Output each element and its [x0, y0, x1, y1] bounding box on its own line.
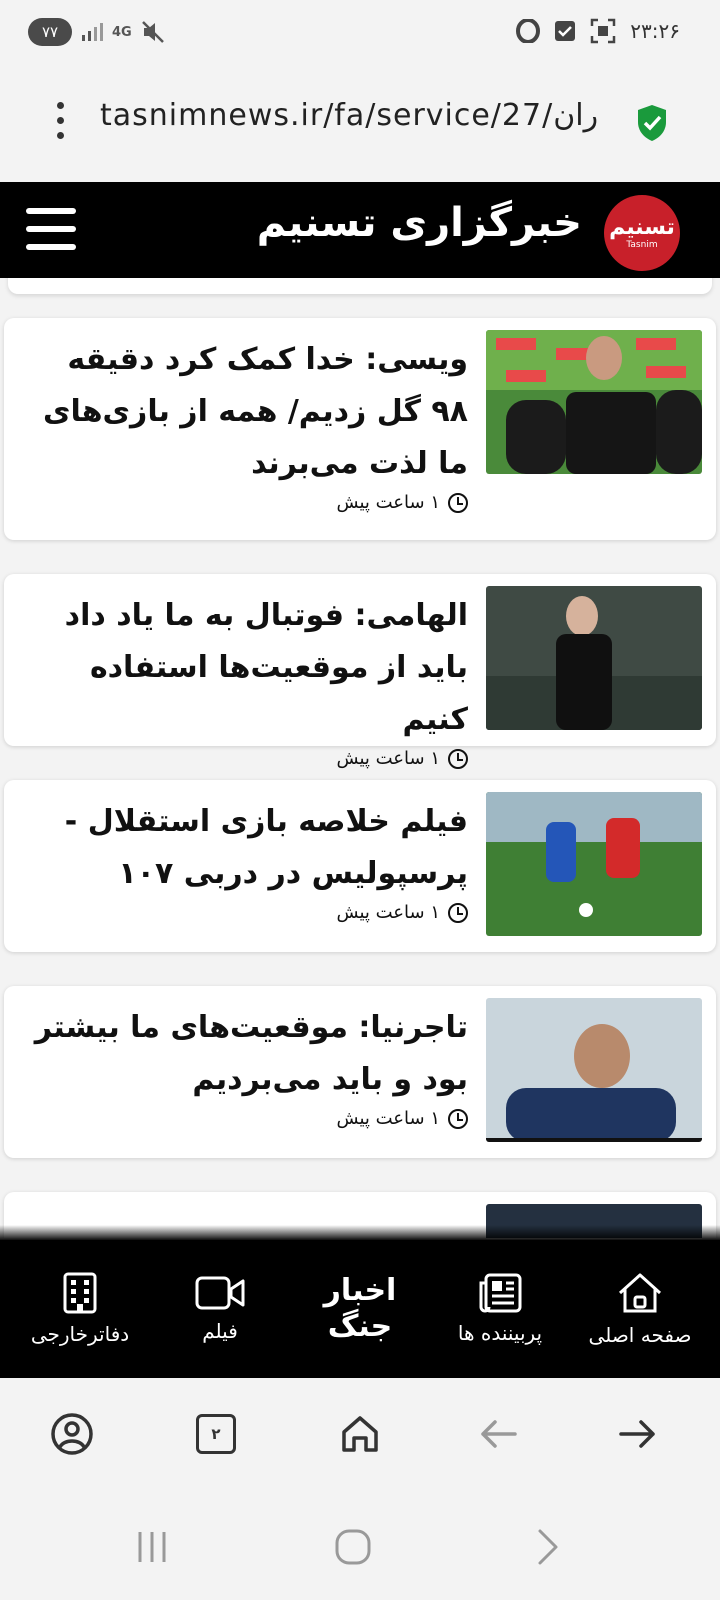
news-time: ۱ ساعت پیش [28, 902, 468, 923]
news-thumbnail[interactable] [486, 998, 702, 1142]
system-nav-bar [0, 1498, 720, 1600]
browser-toolbar: ۲ [0, 1378, 720, 1498]
profile-button[interactable] [48, 1410, 96, 1458]
newspaper-icon [479, 1273, 522, 1313]
site-bottom-nav: دفاترخارجی فیلم اخبار جنگ پربیننده ها صف… [0, 1240, 720, 1378]
news-headline[interactable]: ویسی: خدا کمک کرد دقیقه ۹۸ گل زدیم/ همه … [28, 334, 468, 490]
nav-war-news[interactable]: اخبار جنگ [290, 1240, 430, 1378]
arrow-left-icon [481, 1420, 517, 1448]
back-button[interactable] [474, 1410, 522, 1458]
news-card[interactable]: الهامی: فوتبال به ما یاد داد باید از موق… [4, 574, 716, 769]
news-card[interactable]: ویسی: خدا کمک کرد دقیقه ۹۸ گل زدیم/ همه … [4, 318, 716, 540]
battery-indicator: ۷۷ [28, 18, 72, 46]
status-bar: ۷۷ 4G ۲۳:۲۶ [0, 0, 720, 68]
check-notification-icon [555, 21, 576, 41]
network-type: 4G [112, 24, 132, 40]
home-icon [342, 1416, 378, 1452]
opera-icon [516, 19, 541, 43]
menu-icon[interactable] [26, 208, 76, 252]
clock-icon [448, 492, 468, 513]
site-header: خبرگزاری تسنیم تسنیم Tasnim [0, 182, 720, 278]
recent-apps-icon[interactable] [134, 1528, 170, 1566]
clock-icon [448, 1108, 468, 1129]
signal-icon [82, 23, 103, 41]
nav-most-viewed[interactable]: پربیننده ها [430, 1240, 570, 1378]
address-bar[interactable]: tasnimnews.ir/fa/service/27/ران [0, 68, 720, 180]
nav-home[interactable]: صفحه اصلی [570, 1240, 710, 1378]
news-time: ۱ ساعت پیش [28, 492, 468, 513]
tabs-button[interactable]: ۲ [192, 1410, 240, 1458]
news-card[interactable]: تاجرنیا: موقعیت‌های ما بیشتر بود و باید … [4, 986, 716, 1158]
building-icon [63, 1272, 97, 1314]
news-thumbnail[interactable] [486, 330, 702, 474]
mute-icon [141, 21, 164, 43]
clock-icon [448, 748, 468, 769]
arrow-right-icon [619, 1420, 655, 1448]
back-chevron-icon[interactable] [536, 1528, 560, 1566]
site-logo[interactable]: تسنیم Tasnim [604, 195, 680, 271]
home-circle-icon[interactable] [334, 1528, 372, 1566]
nav-fade [0, 1225, 720, 1241]
site-title[interactable]: خبرگزاری تسنیم [257, 200, 582, 246]
nav-foreign-offices[interactable]: دفاترخارجی [10, 1240, 150, 1378]
clock-time: ۲۳:۲۶ [630, 19, 680, 43]
forward-button[interactable] [614, 1410, 662, 1458]
news-headline[interactable]: الهامی: فوتبال به ما یاد داد باید از موق… [28, 590, 468, 746]
more-options-icon[interactable] [50, 102, 70, 146]
news-list: ویسی: خدا کمک کرد دقیقه ۹۸ گل زدیم/ همه … [0, 278, 720, 1238]
nav-video[interactable]: فیلم [150, 1240, 290, 1378]
video-icon [195, 1276, 245, 1310]
home-button[interactable] [336, 1410, 384, 1458]
clock-icon [448, 902, 468, 923]
news-headline[interactable]: فیلم خلاصه بازی استقلال - پرسپولیس در در… [28, 796, 468, 900]
secure-shield-icon[interactable] [636, 104, 668, 142]
news-thumbnail[interactable] [486, 586, 702, 730]
news-thumbnail[interactable] [486, 792, 702, 936]
screenshot-icon [591, 18, 616, 44]
home-icon [618, 1273, 662, 1313]
news-card[interactable]: فیلم خلاصه بازی استقلال - پرسپولیس در در… [4, 780, 716, 952]
news-time: ۱ ساعت پیش [28, 748, 468, 769]
list-item[interactable] [8, 278, 712, 294]
news-headline[interactable]: تاجرنیا: موقعیت‌های ما بیشتر بود و باید … [28, 1002, 468, 1106]
url-text[interactable]: tasnimnews.ir/fa/service/27/ران [100, 98, 630, 133]
tab-count: ۲ [196, 1414, 236, 1454]
news-time: ۱ ساعت پیش [28, 1108, 468, 1129]
profile-icon [51, 1413, 93, 1455]
